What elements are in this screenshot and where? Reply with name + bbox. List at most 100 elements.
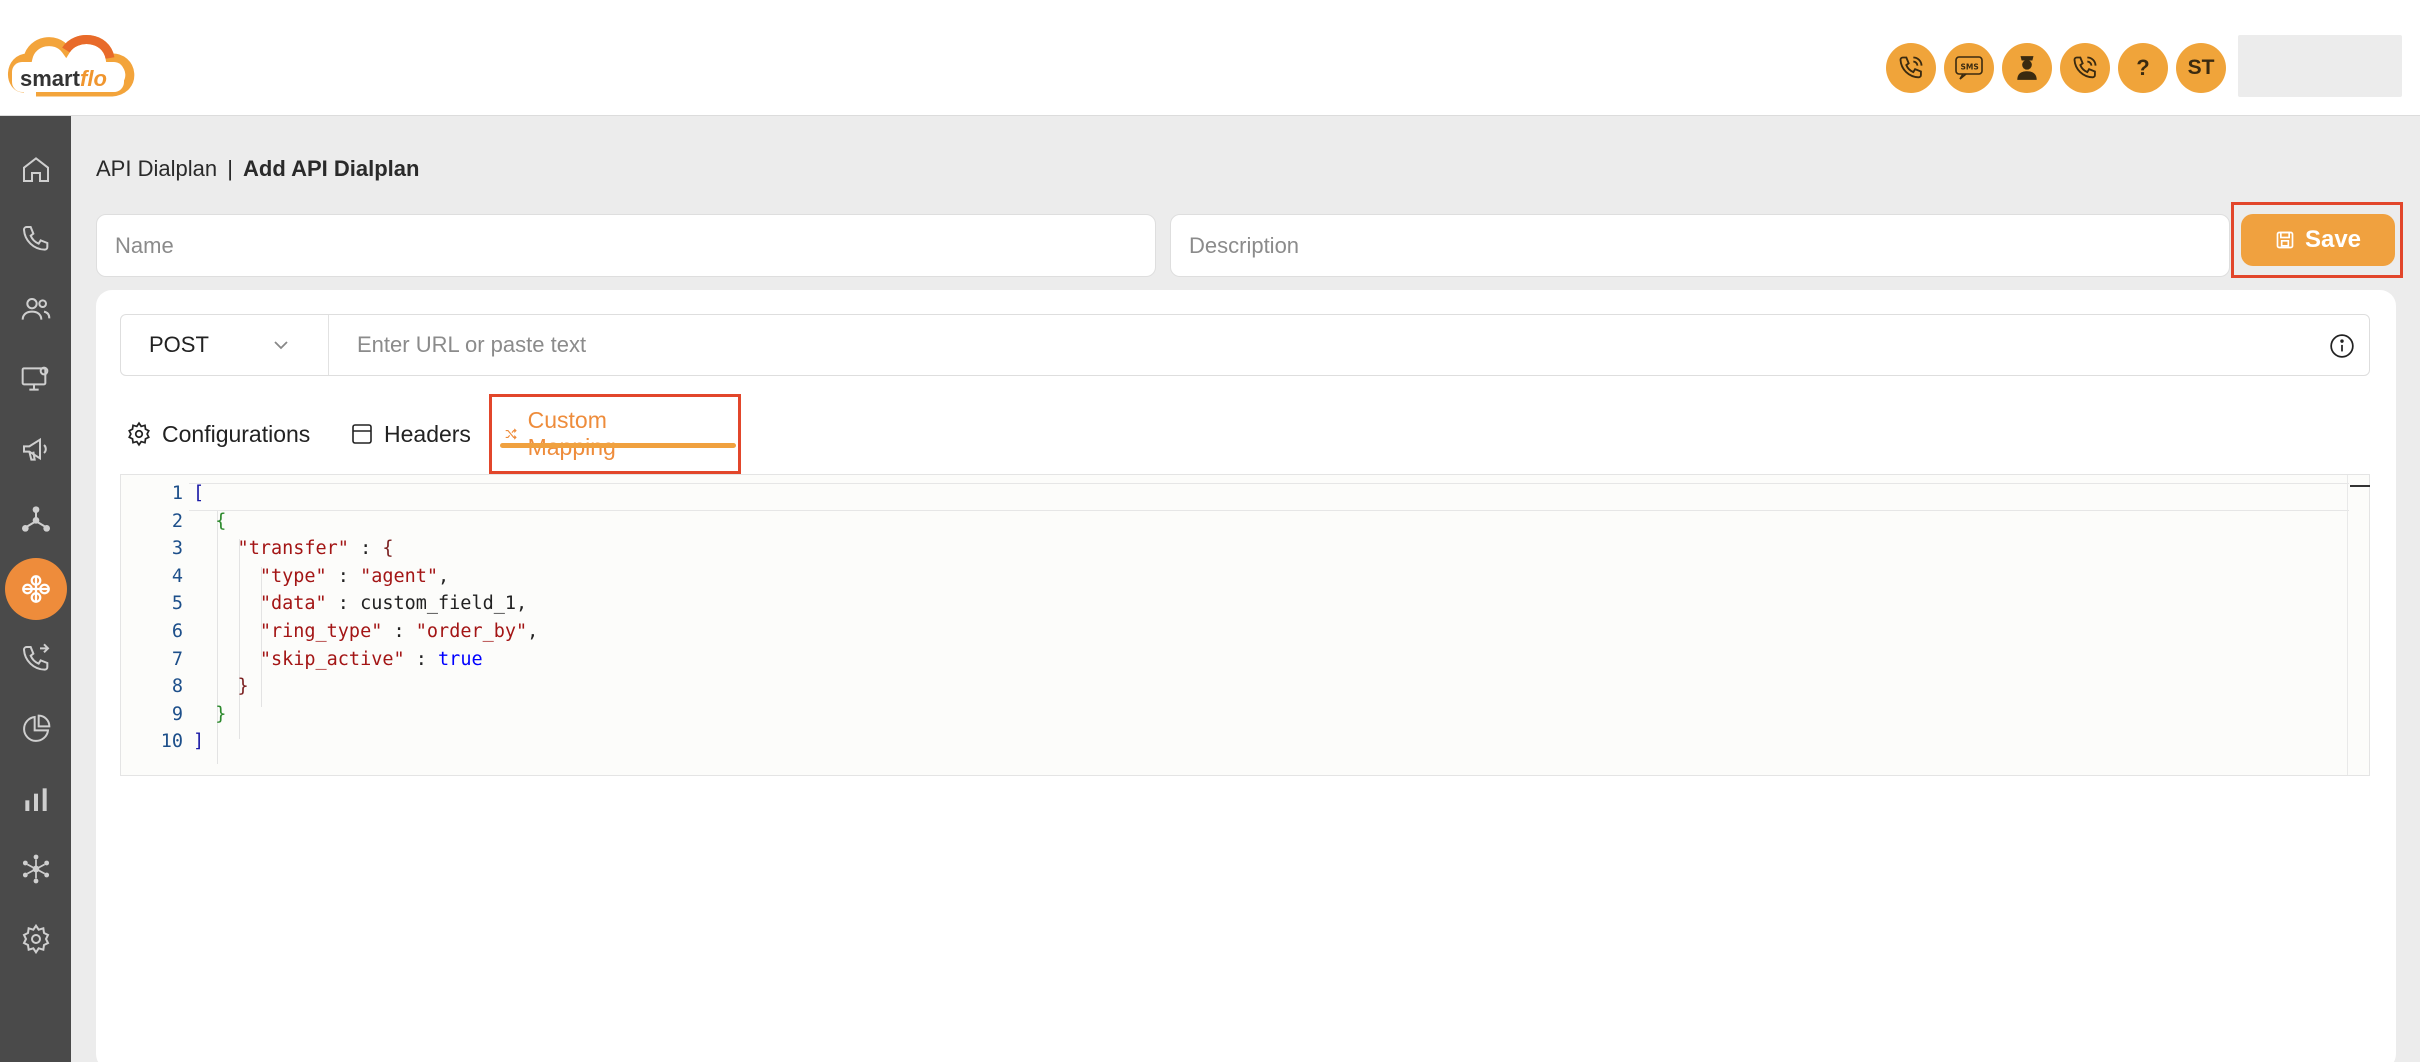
- sidebar-item-home[interactable]: [0, 138, 71, 200]
- code-editor[interactable]: 1 2 3 4 5 6 7 8 9 10 [ { "transfer" : { "type" : …: [120, 474, 2370, 776]
- call-icon[interactable]: [1886, 43, 1936, 93]
- name-input[interactable]: [96, 214, 1156, 277]
- code-line: [: [193, 483, 204, 504]
- code-line: "ring_type" : "order_by",: [193, 621, 539, 642]
- code-token: }: [193, 676, 249, 698]
- help-icon[interactable]: ?: [2118, 43, 2168, 93]
- code-line: {: [193, 511, 226, 532]
- megaphone-icon: [22, 437, 47, 461]
- svg-text:flo: flo: [80, 66, 107, 91]
- code-token: "transfer": [193, 538, 349, 560]
- url-input[interactable]: [331, 315, 2291, 375]
- save-button[interactable]: Save: [2241, 214, 2395, 266]
- avatar-initials: ST: [2187, 56, 2215, 79]
- line-number: 6: [171, 621, 183, 642]
- method-value: POST: [149, 332, 209, 357]
- line-number: 10: [160, 731, 183, 753]
- sidebar-item-api-dialplan[interactable]: [0, 558, 71, 620]
- network-icon: [21, 506, 50, 532]
- line-number: 2: [171, 510, 183, 532]
- code-line: ]: [193, 731, 204, 752]
- svg-text:smart: smart: [20, 66, 81, 91]
- line-number: 1: [171, 483, 183, 504]
- code-token: ]: [193, 731, 205, 753]
- line-number-gutter: 1 2 3 4 5 6 7 8 9 10: [121, 475, 189, 775]
- window-icon: [352, 424, 372, 444]
- sidebar-item-settings[interactable]: [0, 908, 71, 970]
- incoming-call-icon[interactable]: [2060, 43, 2110, 93]
- monitor-settings-icon: [21, 366, 48, 391]
- code-token: [: [193, 483, 205, 504]
- code-token: "type": [193, 565, 327, 587]
- description-input[interactable]: [1170, 214, 2230, 277]
- tab-headers[interactable]: Headers: [350, 406, 471, 462]
- sidebar-item-reports[interactable]: [0, 698, 71, 760]
- main-panel: POST Configurations Headers Custom Mappi…: [96, 290, 2396, 1062]
- line-number: 9: [171, 703, 183, 725]
- info-icon[interactable]: [2329, 333, 2355, 359]
- breadcrumb-current: Add API Dialplan: [243, 156, 420, 181]
- breadcrumb: API Dialplan | Add API Dialplan: [96, 156, 419, 182]
- sidebar-item-campaigns[interactable]: [0, 418, 71, 480]
- code-token: {: [193, 510, 227, 532]
- code-token: :: [326, 565, 361, 587]
- code-token: ,: [527, 621, 539, 642]
- api-dialplan-icon: [21, 575, 50, 603]
- code-line: "transfer" : {: [193, 538, 394, 559]
- help-label: ?: [2136, 55, 2150, 80]
- code-line: "data" : custom_field_1,: [193, 593, 527, 614]
- breadcrumb-separator: |: [227, 156, 233, 181]
- sidebar-item-integrations[interactable]: [0, 838, 71, 900]
- method-select[interactable]: POST: [121, 315, 329, 375]
- line-number: 7: [171, 648, 183, 670]
- tab-configurations-label: Configurations: [162, 420, 311, 447]
- code-token: ,: [438, 565, 450, 587]
- breadcrumb-parent[interactable]: API Dialplan: [96, 156, 217, 181]
- code-token: true: [438, 648, 483, 670]
- code-token: }: [193, 703, 227, 725]
- agent-icon[interactable]: [2002, 43, 2052, 93]
- code-token: : custom_field_1,: [326, 593, 528, 615]
- code-token: "data": [193, 593, 327, 615]
- pie-chart-icon: [22, 714, 50, 742]
- tab-headers-label: Headers: [384, 420, 471, 447]
- sidebar-item-calls[interactable]: [0, 208, 71, 270]
- smartflo-logo[interactable]: smart flo: [6, 28, 140, 108]
- code-token: :: [404, 648, 439, 670]
- editor-scrollbar[interactable]: [2347, 475, 2370, 775]
- line-number: 3: [171, 538, 183, 560]
- active-line-highlight: [189, 483, 2349, 511]
- line-number: 5: [171, 593, 183, 615]
- user-name-placeholder[interactable]: [2238, 35, 2402, 97]
- home-icon: [22, 157, 49, 182]
- request-bar: POST: [120, 314, 2370, 376]
- code-token: :: [382, 621, 416, 642]
- users-icon: [21, 298, 50, 320]
- sidebar-item-network[interactable]: [0, 488, 71, 550]
- code-line: }: [193, 704, 226, 725]
- sidebar-item-monitor[interactable]: [0, 348, 71, 410]
- code-token: "skip_active": [193, 648, 405, 670]
- bar-chart-icon: [24, 788, 47, 811]
- avatar[interactable]: ST: [2176, 43, 2226, 93]
- line-number: 8: [171, 676, 183, 698]
- code-token: "agent": [360, 565, 439, 587]
- sidebar-item-users[interactable]: [0, 278, 71, 340]
- sidebar-item-call-routing[interactable]: [0, 628, 71, 690]
- integrations-icon: [22, 854, 49, 884]
- line-number: 4: [171, 565, 183, 587]
- sms-icon[interactable]: SMS: [1944, 43, 1994, 93]
- gear-icon: [128, 421, 150, 447]
- tab-highlight-box: [489, 394, 741, 474]
- sidebar: [0, 116, 71, 1062]
- settings-icon: [22, 923, 49, 955]
- phone-icon: [22, 226, 48, 251]
- code-token: :: [348, 538, 383, 560]
- code-token: {: [382, 538, 394, 560]
- tab-configurations[interactable]: Configurations: [126, 406, 310, 462]
- code-token: "order_by": [415, 621, 528, 642]
- code-token: "ring_type": [193, 621, 383, 642]
- top-header: smart flo SMS ? ST: [0, 0, 2420, 116]
- code-line: }: [193, 676, 249, 697]
- sidebar-item-analytics[interactable]: [0, 768, 71, 830]
